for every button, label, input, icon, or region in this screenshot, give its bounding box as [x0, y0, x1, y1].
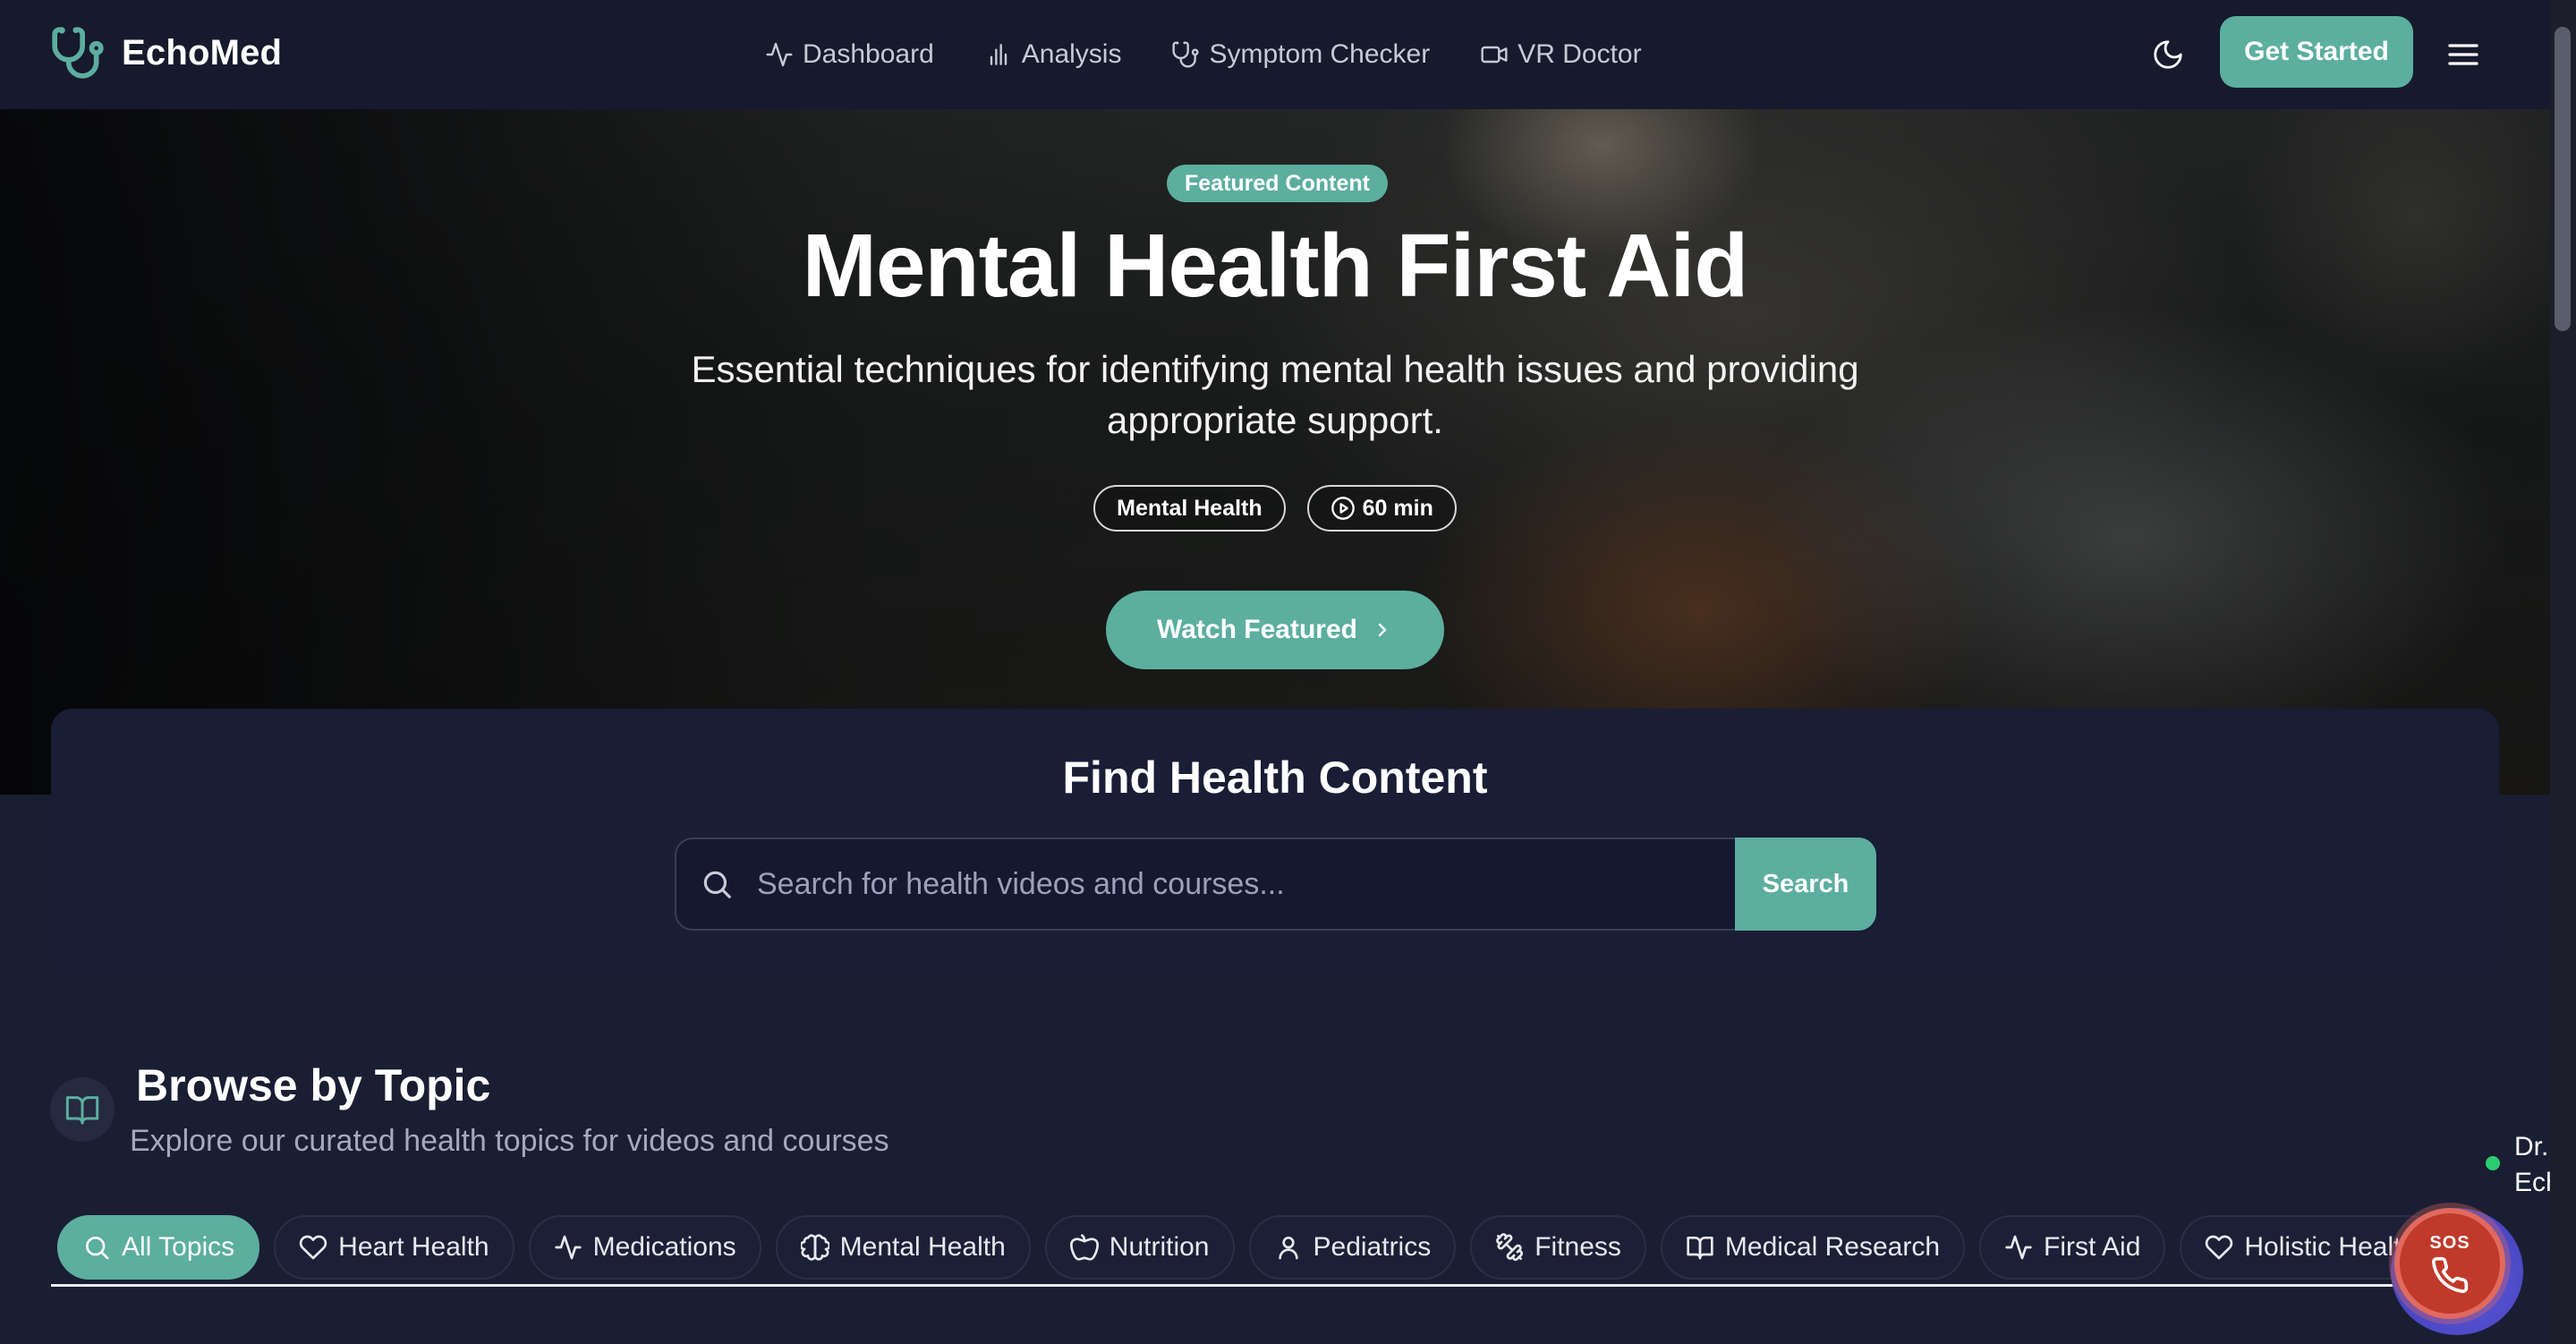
phone-icon	[2432, 1256, 2469, 1293]
chevron-right-icon	[1378, 623, 1387, 637]
hero-overlay	[0, 109, 2550, 795]
brain-icon	[800, 1234, 829, 1261]
nav-vr-doctor-label: VR Doctor	[1518, 39, 1642, 69]
topic-pill-label: Holistic Health	[2244, 1232, 2417, 1262]
topic-pill-label: Medical Research	[1724, 1232, 1941, 1262]
nav-vr-doctor[interactable]: VR Doctor	[1480, 39, 1642, 70]
nav-symptom-checker-label: Symptom Checker	[1209, 39, 1431, 69]
brand-name: EchoMed	[122, 32, 283, 72]
brand-logo[interactable]: EchoMed	[50, 25, 282, 81]
topic-pill-label: All Topics	[122, 1232, 235, 1262]
topic-pill-all-topics[interactable]: All Topics	[57, 1215, 260, 1280]
book-open-icon	[65, 1096, 99, 1125]
search-icon	[703, 871, 731, 898]
nav-analysis[interactable]: Analysis	[984, 39, 1122, 70]
topic-section-icon	[50, 1077, 115, 1142]
tag-category-label: Mental Health	[1117, 495, 1262, 521]
topic-scroll-indicator	[51, 1284, 2499, 1287]
topic-pill-nutrition[interactable]: Nutrition	[1044, 1215, 1235, 1280]
sos-button[interactable]: SOS	[2394, 1208, 2505, 1319]
activity-icon	[766, 42, 793, 67]
moon-icon	[2154, 40, 2182, 69]
dumbbell-icon	[1496, 1233, 1524, 1262]
search-card: Find Health Content Search	[51, 709, 2499, 974]
heart-icon	[299, 1235, 327, 1260]
topic-pill-label: Pediatrics	[1313, 1232, 1432, 1262]
heart-icon	[2206, 1235, 2233, 1260]
topic-section-title: Browse by Topic	[136, 1060, 491, 1110]
nav-symptom-checker[interactable]: Symptom Checker	[1171, 39, 1430, 70]
search-input[interactable]	[757, 839, 1875, 929]
hero-title: Mental Health First Aid	[802, 216, 1749, 316]
topic-pill-label: Heart Health	[338, 1232, 489, 1262]
play-circle-icon	[1331, 497, 1355, 520]
topic-pill-label: Mental Health	[839, 1232, 1006, 1262]
activity-icon	[554, 1235, 582, 1260]
book-open-icon	[1687, 1237, 1713, 1260]
topic-pill-fitness[interactable]: Fitness	[1470, 1215, 1646, 1280]
bar-chart-icon	[990, 44, 1007, 65]
topic-pill-medical-research[interactable]: Medical Research	[1660, 1215, 1966, 1280]
hero-section: Featured Content Mental Health First Aid…	[0, 109, 2550, 795]
hero-subtitle: Essential techniques for identifying men…	[691, 348, 1859, 441]
topic-pill-label: First Aid	[2044, 1232, 2141, 1262]
topic-pill-mental-health[interactable]: Mental Health	[775, 1215, 1031, 1280]
hero-tags: Mental Health 60 min	[0, 485, 2550, 532]
topic-pill-first-aid[interactable]: First Aid	[1979, 1215, 2166, 1280]
sos-label: SOS	[2429, 1232, 2470, 1253]
assistant-label-line1: Dr.	[2514, 1132, 2549, 1161]
search-button[interactable]: Search	[1735, 838, 1876, 931]
topic-section-subtitle: Explore our curated health topics for vi…	[130, 1124, 889, 1158]
watch-featured-label: Watch Featured	[1157, 615, 1357, 644]
echomed-page: EchoMed Dashboard Analysis Symptom Check…	[0, 0, 2576, 1344]
assistant-online-dot	[2486, 1156, 2500, 1170]
main-nav: Dashboard Analysis Symptom Checker VR Do…	[765, 0, 1642, 109]
featured-badge: Featured Content	[1167, 165, 1388, 202]
get-started-button[interactable]: Get Started	[2220, 16, 2413, 88]
page-scrollbar[interactable]	[2550, 0, 2576, 1344]
nav-dashboard-label: Dashboard	[803, 39, 934, 69]
assistant-label-line2: Ech	[2514, 1168, 2550, 1197]
topic-pill-label: Medications	[592, 1232, 736, 1262]
watch-featured-button[interactable]: Watch Featured	[1106, 591, 1444, 669]
assistant-label[interactable]: Dr. Ech	[2514, 1129, 2550, 1201]
top-navbar: EchoMed Dashboard Analysis Symptom Check…	[0, 0, 2550, 109]
search-box	[675, 838, 1876, 931]
theme-toggle-button[interactable]	[2147, 34, 2189, 75]
topic-pill-label: Fitness	[1535, 1232, 1621, 1262]
stethoscope-logo-icon	[52, 27, 104, 79]
nav-analysis-label: Analysis	[1021, 39, 1122, 69]
tag-duration: 60 min	[1306, 485, 1457, 532]
topic-pill-pediatrics[interactable]: Pediatrics	[1248, 1215, 1457, 1280]
user-icon	[1278, 1237, 1298, 1260]
tag-category: Mental Health	[1093, 485, 1286, 532]
topic-pill-medications[interactable]: Medications	[528, 1215, 761, 1280]
activity-icon	[2005, 1235, 2032, 1260]
search-title: Find Health Content	[1062, 753, 1488, 803]
scrollbar-thumb[interactable]	[2555, 27, 2571, 331]
hamburger-menu-icon	[2448, 44, 2478, 65]
topic-filter-bar: All Topics Heart Health Medications Ment…	[57, 1215, 2442, 1283]
tag-duration-label: 60 min	[1362, 495, 1433, 521]
stethoscope-icon	[1172, 41, 1200, 68]
topic-pill-heart-health[interactable]: Heart Health	[274, 1215, 514, 1280]
topic-pill-label: Nutrition	[1109, 1232, 1210, 1262]
video-camera-icon	[1481, 46, 1508, 64]
apple-icon	[1069, 1234, 1099, 1261]
nav-dashboard[interactable]: Dashboard	[765, 39, 934, 70]
search-icon	[86, 1237, 109, 1260]
menu-button[interactable]	[2443, 34, 2484, 75]
search-icon-wrap	[676, 867, 757, 901]
